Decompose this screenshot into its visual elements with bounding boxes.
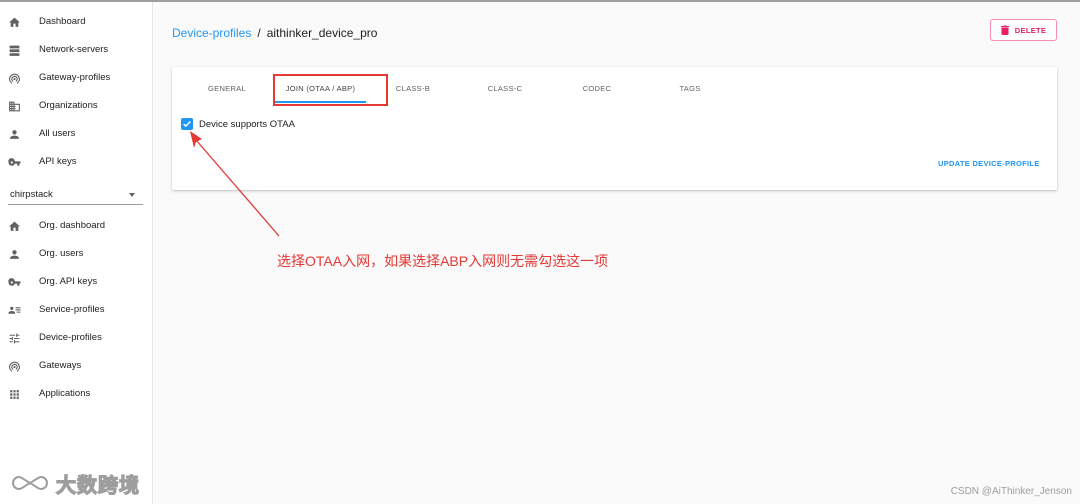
sidebar-item-label: Org. dashboard: [39, 220, 106, 231]
sidebar: Dashboard Network-servers Gateway-profil…: [0, 2, 153, 504]
home-icon: [7, 219, 21, 233]
sidebar-item-label: All users: [39, 128, 76, 139]
trash-icon: [1000, 25, 1009, 35]
delete-button[interactable]: DELETE: [990, 19, 1057, 41]
supports-otaa-label: Device supports OTAA: [199, 119, 295, 130]
tab-codec[interactable]: CODEC: [572, 81, 622, 97]
sidebar-item-api-keys[interactable]: API keys: [0, 149, 153, 175]
tab-general[interactable]: GENERAL: [202, 81, 252, 97]
sidebar-item-label: Organizations: [39, 100, 98, 111]
sidebar-item-org-api-keys[interactable]: Org. API keys: [0, 269, 153, 295]
update-device-profile-button[interactable]: UPDATE DEVICE-PROFILE: [938, 159, 1040, 168]
sidebar-item-org-dashboard[interactable]: Org. dashboard: [0, 213, 153, 239]
watermark-text: 大数跨境: [55, 474, 140, 497]
sidebar-item-dashboard[interactable]: Dashboard: [0, 9, 153, 35]
sidebar-item-label: Device-profiles: [39, 332, 102, 343]
home-icon: [7, 15, 21, 29]
sidebar-item-label: Gateways: [39, 360, 82, 371]
server-icon: [7, 43, 21, 57]
infinity-logo-icon: [12, 475, 48, 491]
breadcrumb-separator: /: [257, 26, 261, 40]
sidebar-item-all-users[interactable]: All users: [0, 121, 153, 147]
sidebar-item-label: Org. API keys: [39, 276, 98, 287]
domain-icon: [7, 99, 21, 113]
page-title: aithinker_device_pro: [266, 26, 378, 40]
sidebar-item-label: Org. users: [39, 248, 84, 259]
delete-button-label: DELETE: [1014, 25, 1047, 35]
apps-grid-icon: [7, 387, 21, 401]
tune-icon: [7, 331, 21, 345]
sidebar-item-label: API keys: [39, 156, 77, 167]
person-icon: [7, 247, 21, 261]
annotation-highlight-box: [273, 74, 388, 106]
person-icon: [7, 127, 21, 141]
csdn-watermark: CSDN @AiThinker_Jenson: [950, 486, 1072, 497]
sidebar-item-org-users[interactable]: Org. users: [0, 241, 153, 267]
check-icon: [183, 120, 191, 128]
sidebar-item-label: Applications: [39, 388, 91, 399]
sidebar-item-organizations[interactable]: Organizations: [0, 93, 153, 119]
key-icon: [7, 275, 21, 289]
sidebar-item-network-servers[interactable]: Network-servers: [0, 37, 153, 63]
organization-select[interactable]: chirpstack: [8, 185, 143, 205]
antenna-icon: [7, 359, 21, 373]
sidebar-item-label: Network-servers: [39, 44, 109, 55]
sidebar-item-label: Dashboard: [39, 16, 86, 27]
sidebar-item-device-profiles[interactable]: Device-profiles: [0, 325, 153, 351]
sidebar-item-service-profiles[interactable]: Service-profiles: [0, 297, 153, 323]
sidebar-item-gateway-profiles[interactable]: Gateway-profiles: [0, 65, 153, 91]
supports-otaa-checkbox[interactable]: [181, 118, 193, 130]
tab-class-b[interactable]: CLASS-B: [388, 81, 438, 97]
top-border: [0, 0, 1080, 2]
chevron-down-icon: [129, 193, 135, 197]
breadcrumb: Device-profiles / aithinker_device_pro: [172, 25, 377, 41]
annotation-text: 选择OTAA入网，如果选择ABP入网则无需勾选这一项: [277, 253, 609, 269]
tab-tags[interactable]: TAGS: [665, 81, 715, 97]
key-icon: [7, 155, 21, 169]
organization-select-value: chirpstack: [10, 189, 53, 200]
antenna-icon: [7, 71, 21, 85]
sidebar-item-label: Service-profiles: [39, 304, 105, 315]
watermark-logo: 大数跨境: [8, 468, 148, 498]
sidebar-item-label: Gateway-profiles: [39, 72, 111, 83]
device-profile-card: GENERAL JOIN (OTAA / ABP) CLASS-B CLASS-…: [172, 67, 1057, 190]
tab-class-c[interactable]: CLASS-C: [480, 81, 530, 97]
sidebar-item-gateways[interactable]: Gateways: [0, 353, 153, 379]
breadcrumb-link-device-profiles[interactable]: Device-profiles: [172, 26, 251, 40]
sidebar-item-applications[interactable]: Applications: [0, 381, 153, 407]
account-details-icon: [7, 303, 21, 317]
